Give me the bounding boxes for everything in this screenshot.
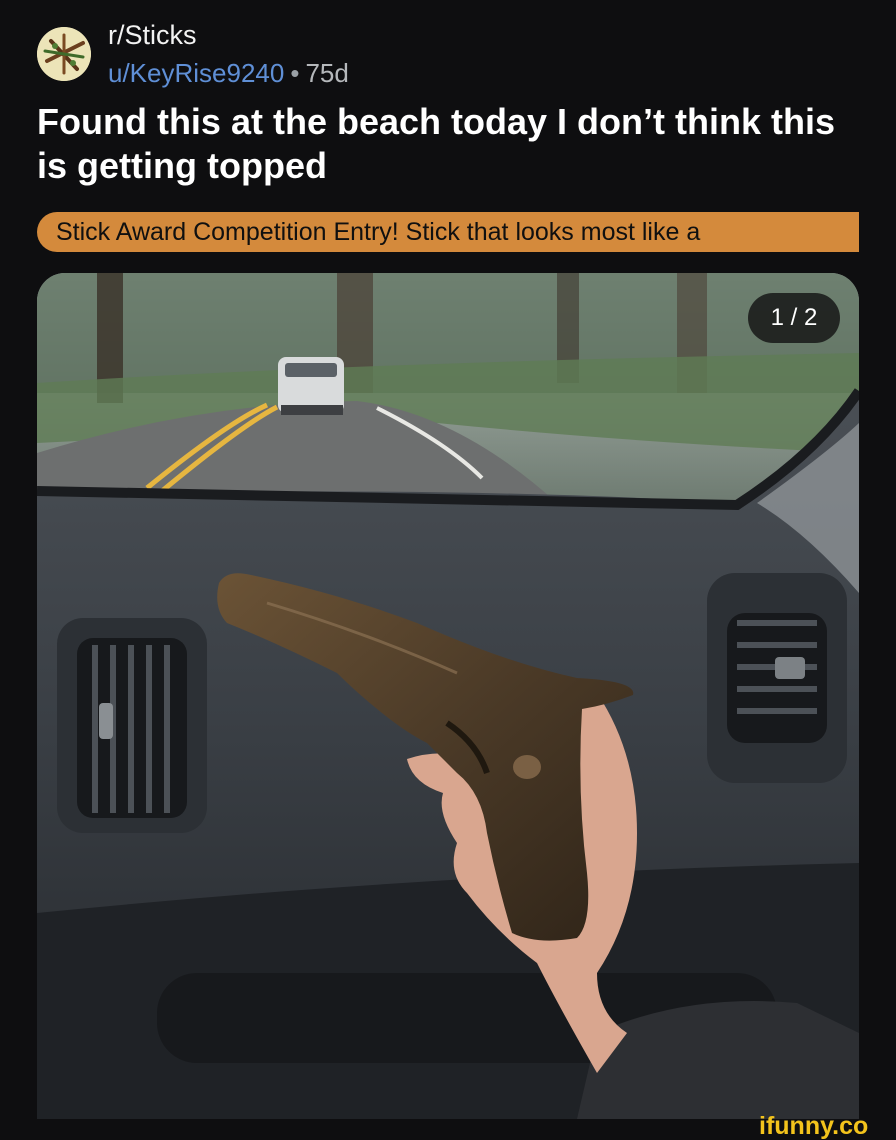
post-age: 75d — [305, 58, 349, 88]
flair-text: Stick Award Competition Entry! Stick tha… — [56, 218, 701, 246]
subreddit-name[interactable]: r/Sticks — [108, 18, 197, 52]
post-meta: u/KeyRise9240 • 75d — [108, 56, 349, 90]
subreddit-avatar[interactable] — [37, 27, 91, 81]
post-title[interactable]: Found this at the beach today I don’t th… — [37, 100, 837, 188]
ifunny-watermark: ifunny.co — [759, 1112, 869, 1140]
author-link[interactable]: u/KeyRise9240 — [108, 58, 284, 88]
sticks-logo-icon — [37, 27, 91, 81]
post-image-gallery[interactable]: 1 / 2 — [37, 273, 859, 1119]
post-flair[interactable]: Stick Award Competition Entry! Stick tha… — [37, 212, 859, 252]
meta-separator: • — [290, 58, 300, 88]
post-header: r/Sticks u/KeyRise9240 • 75d — [0, 0, 896, 100]
image-counter-badge: 1 / 2 — [748, 293, 840, 343]
photo-icon — [37, 273, 859, 1119]
